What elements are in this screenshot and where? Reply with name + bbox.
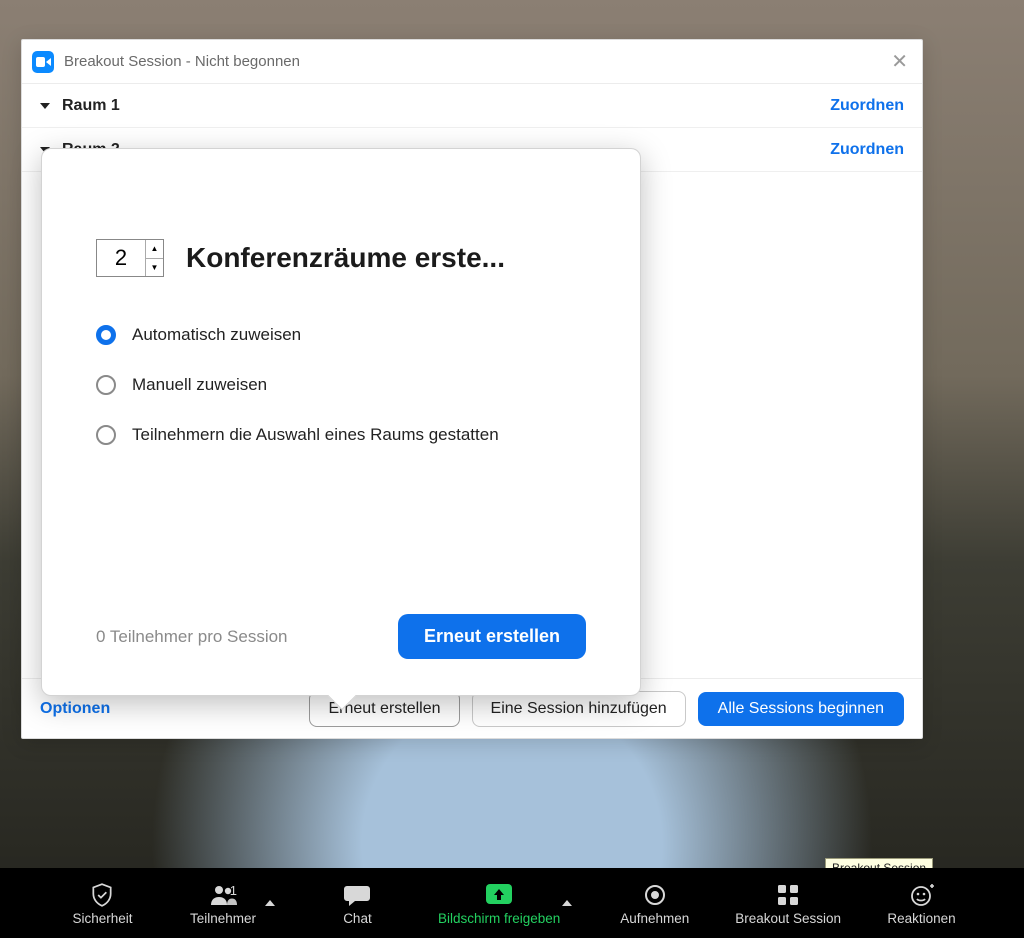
control-label: Reaktionen [887, 911, 955, 926]
chevron-up-icon [265, 900, 275, 906]
share-screen-button[interactable]: Bildschirm freigeben [438, 881, 560, 926]
assign-link[interactable]: Zuordnen [830, 97, 904, 115]
stepper-up-icon[interactable]: ▲ [146, 240, 163, 259]
room-count-stepper[interactable]: ▲ ▼ [96, 239, 164, 277]
radio-icon [96, 325, 116, 345]
radio-auto-assign[interactable]: Automatisch zuweisen [96, 325, 586, 345]
popover-heading: Konferenzräume erste... [186, 242, 586, 274]
radio-label: Manuell zuweisen [132, 375, 267, 395]
stepper-down-icon[interactable]: ▼ [146, 259, 163, 277]
radio-icon [96, 425, 116, 445]
options-link[interactable]: Optionen [40, 700, 110, 718]
control-label: Chat [343, 911, 372, 926]
assign-link[interactable]: Zuordnen [830, 141, 904, 159]
share-screen-icon [484, 881, 514, 909]
reactions-button[interactable]: Reaktionen [882, 881, 962, 926]
record-button[interactable]: Aufnehmen [615, 881, 695, 926]
record-icon [643, 881, 667, 909]
participants-per-session: 0 Teilnehmer pro Session [96, 627, 288, 647]
radio-icon [96, 375, 116, 395]
radio-label: Teilnehmern die Auswahl eines Raums gest… [132, 425, 499, 445]
room-count-input[interactable] [97, 240, 145, 276]
grid-icon [776, 881, 800, 909]
radio-manual-assign[interactable]: Manuell zuweisen [96, 375, 586, 395]
control-bar: Sicherheit 1 Teilnehmer Chat [0, 868, 1024, 938]
radio-label: Automatisch zuweisen [132, 325, 301, 345]
control-label: Teilnehmer [190, 911, 256, 926]
chat-button[interactable]: Chat [317, 881, 397, 926]
start-all-sessions-button[interactable]: Alle Sessions beginnen [698, 692, 904, 726]
share-menu-caret[interactable] [560, 868, 574, 938]
control-label: Breakout Session [735, 911, 841, 926]
control-label: Aufnehmen [620, 911, 689, 926]
room-row[interactable]: Raum 1 Zuordnen [22, 84, 922, 128]
participants-button[interactable]: 1 Teilnehmer [183, 881, 263, 926]
smiley-plus-icon [909, 881, 935, 909]
chevron-up-icon [562, 900, 572, 906]
control-label: Bildschirm freigeben [438, 911, 560, 926]
chevron-down-icon[interactable] [40, 103, 50, 109]
close-icon[interactable]: ✕ [891, 52, 908, 72]
zoom-icon [32, 51, 54, 73]
create-rooms-popover: ▲ ▼ Konferenzräume erste... Automatisch … [41, 148, 641, 696]
shield-icon [89, 881, 115, 909]
window-titlebar: Breakout Session - Nicht begonnen ✕ [22, 40, 922, 84]
breakout-session-button[interactable]: Breakout Session [735, 881, 841, 926]
radio-let-participants-choose[interactable]: Teilnehmern die Auswahl eines Raums gest… [96, 425, 586, 445]
recreate-confirm-button[interactable]: Erneut erstellen [398, 614, 586, 659]
participants-count: 1 [230, 883, 237, 898]
control-label: Sicherheit [72, 911, 132, 926]
room-name: Raum 1 [62, 97, 830, 115]
chat-icon [343, 881, 371, 909]
participants-menu-caret[interactable] [263, 868, 277, 938]
security-button[interactable]: Sicherheit [62, 881, 142, 926]
window-title: Breakout Session - Nicht begonnen [64, 53, 891, 70]
